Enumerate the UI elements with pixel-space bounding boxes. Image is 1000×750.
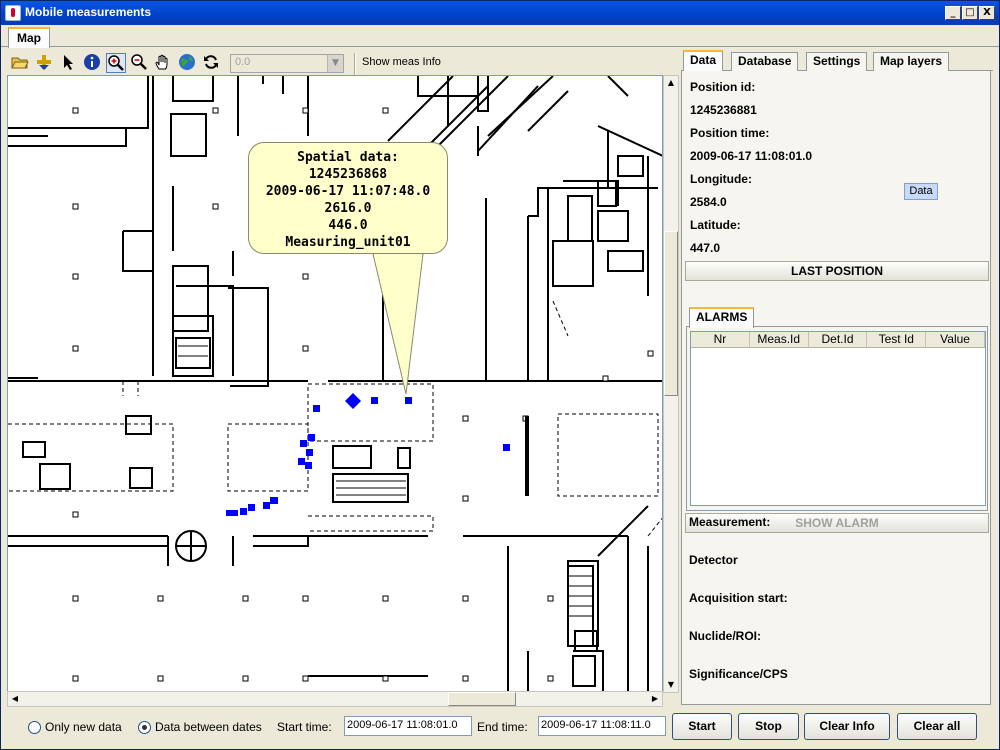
scroll-right-icon[interactable]: ▶ xyxy=(648,692,662,706)
chevron-down-icon[interactable]: ▼ xyxy=(327,55,343,72)
measurement-label: Measurement: xyxy=(689,515,771,529)
position-time-value: 2009-06-17 11:08:01.0 xyxy=(690,149,813,163)
horizontal-scroll-thumb[interactable] xyxy=(448,692,516,706)
tab-map-layers[interactable]: Map layers xyxy=(873,52,950,72)
start-button[interactable]: Start xyxy=(672,713,732,740)
only-new-data-radio[interactable] xyxy=(28,721,41,734)
longitude-value: 2584.0 xyxy=(690,195,727,209)
zoom-out-icon[interactable] xyxy=(130,53,150,73)
data-badge: Data xyxy=(904,183,938,200)
start-time-input[interactable]: 2009-06-17 11:08:01.0 xyxy=(344,716,472,736)
main-tabs: Map xyxy=(1,25,999,48)
map-horizontal-scrollbar[interactable]: ◀ ▶ xyxy=(7,691,663,707)
latitude-label: Latitude: xyxy=(690,218,741,232)
callout-position-id: 1245236868 xyxy=(308,167,388,182)
callout-timestamp: 2009-06-17 11:07:48.0 xyxy=(265,184,431,199)
significance-cps-label: Significance/CPS xyxy=(689,667,788,681)
spatial-data-callout: Spatial data: 1245236868 2009-06-17 11:0… xyxy=(248,142,448,254)
only-new-data-label[interactable]: Only new data xyxy=(45,720,122,734)
zoom-level-combo[interactable]: 0.0 ▼ xyxy=(230,54,344,73)
acquisition-start-label: Acquisition start: xyxy=(689,591,788,605)
longitude-label: Longitude: xyxy=(690,172,752,186)
pan-hand-icon[interactable] xyxy=(154,53,174,73)
tab-map[interactable]: Map xyxy=(8,27,50,48)
data-tab-body: Position id: 1245236881 Position time: 2… xyxy=(681,71,991,705)
tab-settings[interactable]: Settings xyxy=(806,52,868,72)
close-button[interactable]: X xyxy=(979,6,995,20)
alarm-table-header: Nr Meas.Id Det.Id Test Id Value xyxy=(691,332,985,348)
minimize-button[interactable]: _ xyxy=(945,6,961,20)
scroll-down-icon[interactable]: ▼ xyxy=(664,678,678,692)
clear-all-button[interactable]: Clear all xyxy=(897,713,977,740)
window-title: Mobile measurements xyxy=(25,5,152,19)
pointer-icon[interactable] xyxy=(59,53,79,73)
col-meas-id[interactable]: Meas.Id xyxy=(750,332,809,347)
clear-info-button[interactable]: Clear Info xyxy=(804,713,890,740)
maximize-button[interactable]: □ xyxy=(962,6,978,20)
zoom-level-value: 0.0 xyxy=(235,56,251,68)
latitude-value: 447.0 xyxy=(690,241,721,255)
app-window: Mobile measurements _ □ X Map 0.0 ▼ Show… xyxy=(0,0,1000,750)
start-time-label: Start time: xyxy=(277,720,332,734)
title-bar: Mobile measurements _ □ X xyxy=(1,1,999,25)
refresh-icon[interactable] xyxy=(202,53,222,73)
globe-icon[interactable] xyxy=(178,53,198,73)
callout-x: 2616.0 xyxy=(324,201,372,216)
detector-label: Detector xyxy=(689,553,738,567)
alarm-tabs: ALARMS xyxy=(686,307,988,328)
toolbar-separator xyxy=(354,53,356,75)
col-nr[interactable]: Nr xyxy=(691,332,750,347)
position-id-label: Position id: xyxy=(690,80,756,94)
data-between-dates-label[interactable]: Data between dates xyxy=(155,720,262,734)
end-time-input[interactable]: 2009-06-17 11:08:11.0 xyxy=(538,716,666,736)
info-tabs: Data Database Settings Map layers xyxy=(681,50,993,72)
alarm-tab-body: Nr Meas.Id Det.Id Test Id Value xyxy=(686,327,988,511)
scroll-left-icon[interactable]: ◀ xyxy=(8,692,22,706)
callout-unit: Measuring_unit01 xyxy=(285,235,411,250)
open-folder-icon[interactable] xyxy=(11,53,31,73)
last-position-button[interactable]: LAST POSITION xyxy=(685,261,989,281)
position-time-label: Position time: xyxy=(690,126,770,140)
position-id-value: 1245236881 xyxy=(690,103,757,117)
end-time-label: End time: xyxy=(477,720,528,734)
tab-data[interactable]: Data xyxy=(683,50,724,72)
tab-alarms[interactable]: ALARMS xyxy=(689,307,755,328)
map-vertical-scrollbar[interactable]: ▲ ▼ xyxy=(663,75,679,693)
col-det-id[interactable]: Det.Id xyxy=(809,332,868,347)
tab-database[interactable]: Database xyxy=(731,52,799,72)
callout-y: 446.0 xyxy=(328,218,368,233)
info-panel: Data Database Settings Map layers Positi… xyxy=(681,50,993,707)
col-value[interactable]: Value xyxy=(926,332,985,347)
map-toolbar: 0.0 ▼ Show meas Info xyxy=(7,51,675,75)
query-bar: Only new data Data between dates Start t… xyxy=(1,709,999,749)
col-test-id[interactable]: Test Id xyxy=(867,332,927,347)
callout-title: Spatial data: xyxy=(297,150,399,165)
alarm-table[interactable]: Nr Meas.Id Det.Id Test Id Value xyxy=(690,331,986,506)
vertical-scroll-thumb[interactable] xyxy=(664,231,678,396)
java-cup-icon xyxy=(5,5,21,21)
stop-button[interactable]: Stop xyxy=(738,713,799,740)
nuclide-roi-label: Nuclide/ROI: xyxy=(689,629,762,643)
info-icon[interactable] xyxy=(83,53,103,73)
show-meas-info-toggle[interactable]: Show meas Info xyxy=(362,56,441,68)
scroll-up-icon[interactable]: ▲ xyxy=(664,76,678,90)
data-between-dates-radio[interactable] xyxy=(138,721,151,734)
zoom-in-icon[interactable] xyxy=(106,53,126,73)
add-point-icon[interactable] xyxy=(35,53,55,73)
